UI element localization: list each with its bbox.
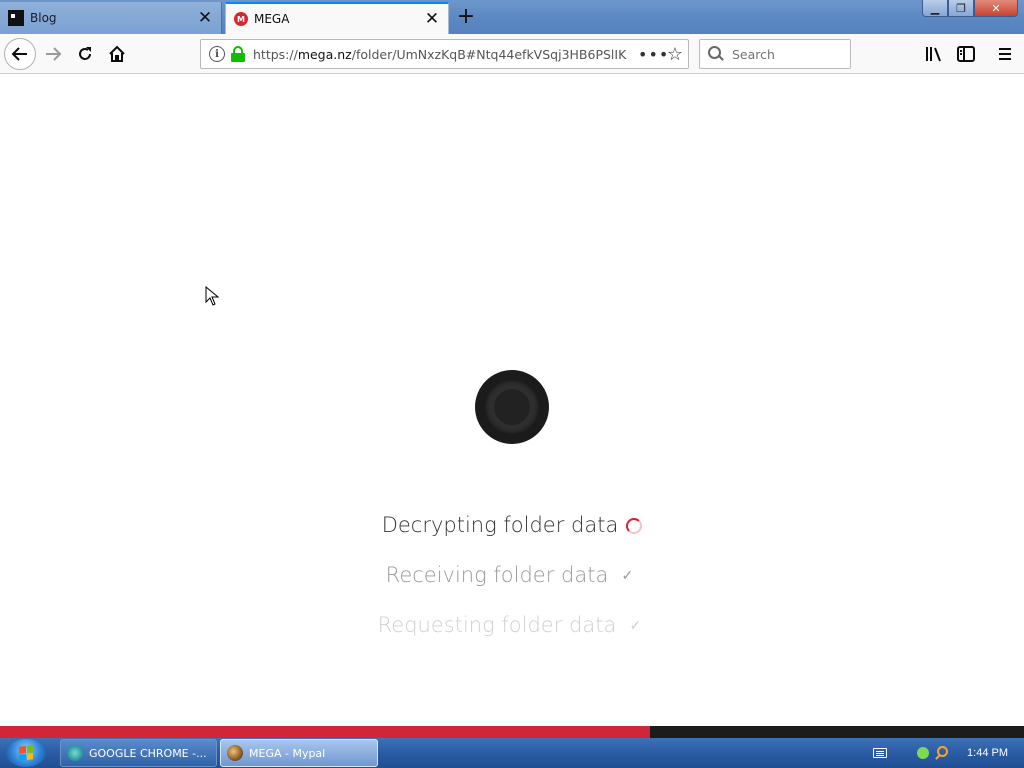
checkmark-icon: ✓	[629, 618, 642, 634]
taskbar-item-label: GOOGLE CHROME -...	[89, 746, 207, 760]
url-text[interactable]: https://mega.nz/folder/UmNxzKqB#Ntq44efk…	[253, 47, 638, 62]
home-icon	[109, 45, 125, 62]
title-bar: Blog ✕ M MEGA ✕ + ▁ ❐ ✕	[0, 0, 1024, 34]
reload-icon	[79, 47, 91, 60]
maximize-button[interactable]: ❐	[948, 0, 974, 17]
start-button[interactable]	[6, 739, 46, 767]
lock-icon[interactable]	[231, 46, 245, 62]
system-tray: 1:44 PM	[873, 738, 1024, 768]
tab-title: Blog	[30, 11, 57, 25]
taskbar-item-chrome[interactable]: GOOGLE CHROME -...	[60, 739, 217, 767]
mouse-cursor-icon	[205, 286, 219, 306]
close-tab-icon[interactable]: ✕	[197, 9, 213, 26]
home-button[interactable]	[101, 38, 133, 70]
url-path: /folder/UmNxzKqB#Ntq44efkVSqj3HB6PSlIK	[351, 46, 627, 62]
step-label: Receiving folder data	[385, 563, 609, 587]
close-tab-icon[interactable]: ✕	[424, 10, 440, 27]
taskbar-item-mega-mypal[interactable]: MEGA - Mypal	[220, 739, 378, 767]
tray-search-icon[interactable]	[935, 746, 949, 760]
reload-button[interactable]	[69, 38, 101, 70]
forward-button[interactable]	[37, 38, 69, 70]
arrow-right-icon	[46, 47, 62, 61]
library-button[interactable]	[918, 38, 950, 70]
windows-logo-icon	[19, 745, 33, 761]
mega-favicon-icon: M	[234, 12, 248, 26]
mega-logo	[475, 370, 549, 444]
taskbar: GOOGLE CHROME -... MEGA - Mypal 1:44 PM	[0, 738, 1024, 768]
loading-step-decrypting: Decrypting folder data	[0, 513, 1024, 537]
close-window-button[interactable]: ✕	[974, 0, 1018, 17]
arrow-left-icon	[11, 47, 27, 61]
url-scheme: https://	[253, 46, 298, 62]
url-host: mega.nz	[297, 46, 352, 62]
sidebar-toggle-button[interactable]	[950, 38, 982, 70]
url-bar[interactable]: i https://mega.nz/folder/UmNxzKqB#Ntq44e…	[200, 39, 689, 69]
sidebar-icon	[957, 46, 975, 62]
step-label: Requesting folder data	[377, 613, 617, 637]
hamburger-menu-icon	[999, 48, 1011, 60]
mypal-icon	[227, 745, 243, 761]
new-tab-button[interactable]: +	[455, 4, 477, 29]
back-button[interactable]	[4, 38, 36, 70]
checkmark-icon: ✓	[621, 568, 634, 584]
blog-favicon-icon	[8, 10, 24, 26]
tab-mega[interactable]: M MEGA ✕	[225, 2, 449, 34]
loading-progress-bar	[0, 726, 1024, 738]
minimize-button[interactable]: ▁	[922, 0, 948, 17]
bookmark-star-icon[interactable]: ☆	[662, 44, 688, 65]
search-icon	[708, 46, 724, 62]
search-bar[interactable]: Search	[699, 39, 851, 69]
network-icon[interactable]	[917, 747, 930, 759]
search-placeholder: Search	[732, 46, 775, 62]
window-controls: ▁ ❐ ✕	[922, 0, 1018, 17]
tab-title: MEGA	[254, 12, 290, 26]
taskbar-item-label: MEGA - Mypal	[249, 746, 326, 760]
spinner-icon	[626, 518, 643, 534]
tab-blog[interactable]: Blog ✕	[0, 2, 222, 34]
step-label: Decrypting folder data	[381, 513, 619, 537]
page-content: Decrypting folder data Receiving folder …	[0, 75, 1024, 726]
loading-step-receiving: Receiving folder data ✓	[0, 563, 1024, 587]
navigation-toolbar: i https://mega.nz/folder/UmNxzKqB#Ntq44e…	[0, 34, 1024, 74]
loading-step-requesting: Requesting folder data ✓	[0, 613, 1024, 637]
clock[interactable]: 1:44 PM	[967, 747, 1008, 759]
keyboard-icon[interactable]	[873, 748, 888, 758]
chrome-icon	[67, 745, 83, 761]
menu-button[interactable]	[989, 38, 1021, 70]
library-icon	[926, 47, 941, 62]
page-actions-icon[interactable]: •••	[638, 45, 668, 64]
info-icon[interactable]: i	[209, 46, 225, 62]
progress-fill	[0, 726, 651, 738]
